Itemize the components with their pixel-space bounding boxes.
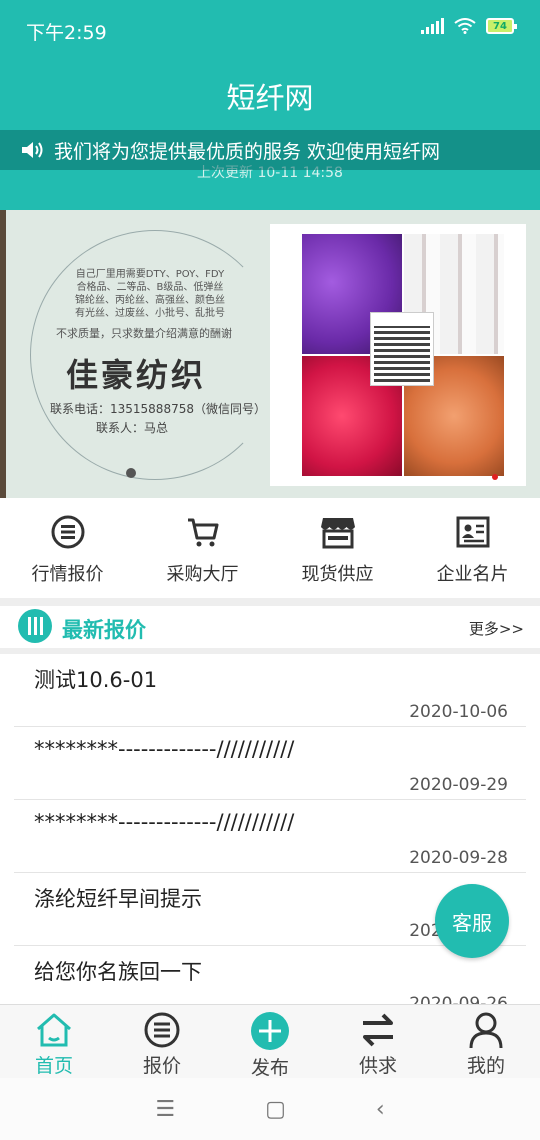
tab-publish[interactable]: 发布 [216, 1005, 324, 1079]
list-item[interactable]: ********-------------/////////// 2020-09… [14, 800, 526, 873]
banner-pager [492, 474, 526, 480]
item-date: 2020-09-26 [409, 994, 508, 1004]
banner-photo [270, 224, 526, 486]
quick-nav-purchase-hall[interactable]: 采购大厅 [135, 498, 270, 598]
notice-marquee: 我们将为您提供最优质的服务 欢迎使用短纤网 [0, 130, 540, 170]
divider [0, 598, 540, 606]
list-icon [48, 512, 88, 552]
list-item[interactable]: 给您你名族回一下 2020-09-26 [14, 946, 526, 1004]
quick-nav-label: 企业名片 [436, 564, 509, 585]
home-square-icon[interactable]: ▢ [265, 1097, 286, 1122]
status-time: 下午2:59 [26, 22, 107, 44]
tab-label: 发布 [250, 1057, 289, 1079]
system-nav-bar: ☰ ▢ ‹ [0, 1078, 540, 1140]
home-icon [34, 1011, 74, 1049]
cart-icon [183, 512, 223, 552]
quick-nav-label: 采购大厅 [166, 564, 239, 585]
tab-label: 首页 [34, 1055, 73, 1077]
item-title: 涤纶短纤早间提示 [34, 887, 202, 911]
tab-quotes[interactable]: 报价 [108, 1005, 216, 1078]
quick-nav-label: 行情报价 [31, 564, 104, 585]
status-bar: 下午2:59 74 [0, 0, 540, 60]
quick-nav: 行情报价 采购大厅 现货供应 企业名片 [0, 498, 540, 598]
plus-icon [250, 1011, 290, 1051]
latest-quotes-header: 最新报价 更多>> [0, 606, 540, 650]
quick-nav-label: 现货供应 [301, 564, 374, 585]
item-title: 给您你名族回一下 [34, 960, 202, 984]
signal-icon [421, 18, 444, 34]
banner-phone: 联系电话：13515888758（微信同号） [50, 402, 266, 416]
page-title: 短纤网 [226, 81, 314, 115]
tab-home[interactable]: 首页 [0, 1005, 108, 1078]
more-link[interactable]: 更多>> [469, 618, 524, 639]
banner-line-1: 自己厂里用需要DTY、POY、FDY [75, 269, 225, 280]
item-date: 2020-09-28 [409, 848, 508, 868]
bars-icon [18, 609, 52, 643]
user-icon [466, 1011, 506, 1049]
banner-edge [0, 210, 6, 498]
banner-dot-decoration [126, 468, 136, 478]
banner-line-3: 锦纶丝、丙纶丝、高强丝、颜色丝 [75, 295, 225, 306]
banner-tagline: 不求质量，只求数量介绍满意的酬谢 [56, 327, 232, 340]
status-icons: 74 [421, 18, 517, 34]
quick-nav-market-quotes[interactable]: 行情报价 [0, 498, 135, 598]
item-title: 测试10.6-01 [34, 668, 158, 692]
store-icon [318, 512, 358, 552]
pager-dot [506, 474, 512, 480]
banner-company: 佳豪纺织 [66, 356, 207, 394]
item-title: ********-------------/////////// [34, 737, 295, 761]
menu-icon[interactable]: ☰ [155, 1097, 175, 1122]
item-date: 2020-09-29 [409, 775, 508, 795]
item-date: 2020-10-06 [409, 702, 508, 722]
quick-nav-spot-supply[interactable]: 现货供应 [270, 498, 405, 598]
section-title: 最新报价 [62, 618, 146, 642]
bottom-tabbar: 首页 报价 发布 供求 我的 [0, 1004, 540, 1079]
swap-icon [358, 1011, 398, 1049]
tab-supply-demand[interactable]: 供求 [324, 1005, 432, 1078]
list-icon [142, 1011, 182, 1049]
tab-label: 供求 [358, 1055, 397, 1077]
pager-dot-active [492, 474, 498, 480]
banner-line-2: 合格品、二等品、B级品、低弹丝 [76, 282, 224, 293]
speaker-icon [22, 142, 43, 158]
banner-contact: 联系人：马总 [96, 421, 169, 435]
tab-label: 我的 [466, 1055, 505, 1077]
pager-dot [520, 474, 526, 480]
notice-text: 我们将为您提供最优质的服务 欢迎使用短纤网 [54, 140, 441, 163]
id-card-icon [453, 512, 493, 552]
qr-code-icon [370, 312, 434, 386]
quick-nav-business-card[interactable]: 企业名片 [405, 498, 540, 598]
quote-list: 测试10.6-01 2020-10-06 ********-----------… [14, 654, 526, 1004]
app-header: 下午2:59 74 短纤网 上次更新 10-11 14:58 我们将为您提供最优… [0, 0, 540, 210]
list-item[interactable]: ********-------------/////////// 2020-09… [14, 727, 526, 800]
list-item[interactable]: 测试10.6-01 2020-10-06 [14, 654, 526, 727]
battery-icon: 74 [486, 18, 517, 34]
tab-profile[interactable]: 我的 [432, 1005, 540, 1078]
wifi-icon [454, 18, 476, 34]
tab-label: 报价 [142, 1055, 181, 1077]
promo-banner[interactable]: 自己厂里用需要DTY、POY、FDY 合格品、二等品、B级品、低弹丝 锦纶丝、丙… [0, 210, 540, 498]
customer-service-button[interactable]: 客服 [435, 884, 509, 958]
back-icon[interactable]: ‹ [376, 1097, 385, 1122]
item-title: ********-------------/////////// [34, 810, 295, 834]
banner-line-4: 有光丝、过废丝、小批号、乱批号 [75, 308, 225, 319]
